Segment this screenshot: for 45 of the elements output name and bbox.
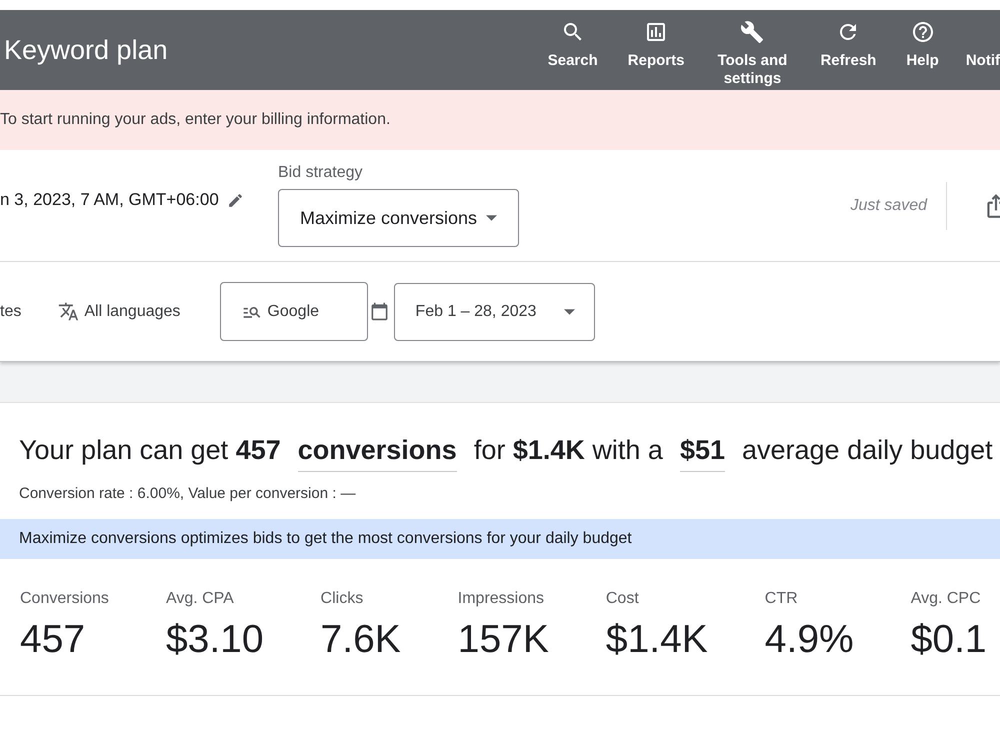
header-action-button[interactable]: Notif — [954, 10, 1000, 90]
metric-label: Avg. CPC — [910, 589, 982, 609]
metric-label: Clicks — [320, 589, 364, 609]
caret-icon — [486, 215, 498, 221]
metric-label: Avg. CPA — [166, 589, 235, 609]
info-text: Maximize conversions optimizes bids to get the most conversions for your daily budget — [19, 529, 632, 549]
help-icon — [910, 20, 935, 44]
headline-text: Your plan can get 457 — [19, 434, 281, 467]
metric-value: 4.9% — [764, 617, 854, 663]
search-button[interactable]: Search — [532, 10, 613, 90]
languages-button[interactable]: All languages — [58, 300, 180, 324]
metric-value: $0.1 — [910, 617, 987, 663]
metric-value: 457 — [20, 617, 86, 663]
headline-dropdown[interactable]: $51 — [680, 433, 725, 472]
schedule-text: n 3, 2023, 7 AM, GMT+06:00 — [0, 189, 219, 211]
network-dropdown[interactable]: Google — [220, 282, 368, 341]
caret-icon — [564, 308, 576, 314]
bid-strategy-dropdown[interactable]: Maximize conversions — [278, 189, 519, 247]
metric-value: 157K — [458, 617, 549, 663]
calendar-icon[interactable] — [370, 302, 390, 321]
bid-strategy-label: Bid strategy — [278, 163, 364, 183]
metric-value: 7.6K — [320, 617, 401, 663]
headline-text: average daily budget — [742, 434, 993, 467]
locations-text[interactable]: tes — [0, 300, 22, 324]
date-range-dropdown[interactable]: Feb 1 – 28, 2023 — [394, 282, 596, 340]
reports-button[interactable]: Reports — [612, 10, 700, 90]
metric-value: $3.10 — [166, 617, 264, 663]
pencil-icon[interactable] — [226, 192, 244, 208]
forecast-details: Conversion rate : 6.00%, Value per conversion : — — [19, 485, 356, 502]
metric-label: Impressions — [458, 589, 546, 609]
headline-text: for $1.4K with a — [474, 434, 663, 467]
metric-label: CTR — [764, 589, 799, 609]
refresh-button[interactable]: Refresh — [805, 10, 892, 90]
wrench-icon — [740, 20, 764, 44]
metric-value: $1.4K — [606, 617, 708, 663]
save-status: Just saved — [850, 196, 927, 216]
share-icon[interactable] — [986, 193, 1000, 219]
translate-icon — [58, 301, 80, 322]
headline-dropdown[interactable]: conversions — [298, 433, 457, 472]
help-button[interactable]: Help — [891, 10, 954, 90]
page-title: Keyword plan — [4, 34, 168, 67]
metric-label: Cost — [606, 589, 640, 609]
metric-label: Conversions — [20, 589, 109, 609]
tools-button[interactable]: Tools and settings — [699, 10, 806, 90]
banner-text: To start running your ads, enter your billing information. — [0, 110, 390, 130]
